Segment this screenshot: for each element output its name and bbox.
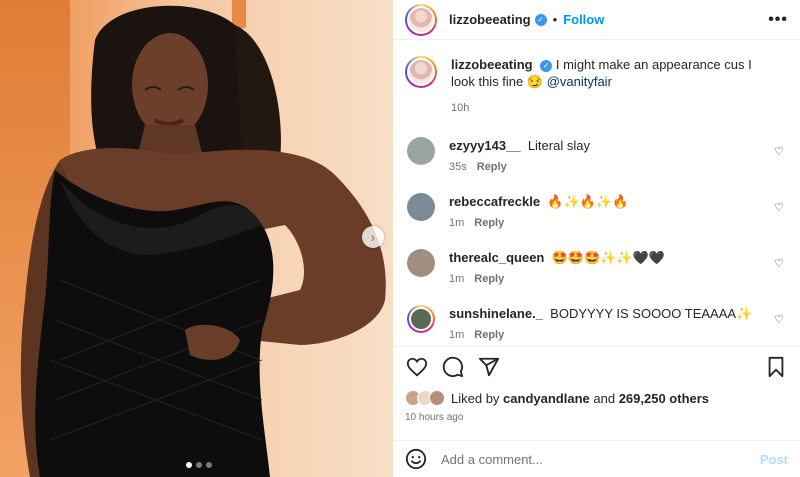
post-comment-button[interactable]: Post xyxy=(760,452,788,467)
caption-username[interactable]: lizzobeeating xyxy=(451,57,533,72)
person-figure xyxy=(20,5,386,477)
comment-username[interactable]: sunshinelane._ xyxy=(449,306,543,321)
heart-icon[interactable]: ♡ xyxy=(774,313,784,326)
reply-button[interactable]: Reply xyxy=(474,273,504,285)
comments-list[interactable]: lizzobeeating ✓ I might make an appearan… xyxy=(393,40,800,345)
reply-button[interactable]: Reply xyxy=(474,329,504,341)
comment-input[interactable] xyxy=(441,451,760,467)
author-username[interactable]: lizzobeeating xyxy=(449,12,531,27)
likes-prefix: Liked by xyxy=(451,390,500,406)
heart-icon[interactable]: ♡ xyxy=(774,257,784,270)
commenter-avatar[interactable] xyxy=(407,305,435,333)
comment-username[interactable]: ezyyy143__ xyxy=(449,138,521,153)
liked-by-user[interactable]: candyandlane xyxy=(503,391,590,406)
carousel-indicator xyxy=(186,462,212,468)
comment-time: 35s xyxy=(449,161,467,173)
verified-icon: ✓ xyxy=(540,59,553,72)
caption-mention[interactable]: @vanityfair xyxy=(547,74,612,89)
likes-summary: Liked by candyandlane and 269,250 others xyxy=(405,390,709,406)
next-photo-button[interactable]: › xyxy=(362,226,384,248)
heart-icon[interactable]: ♡ xyxy=(774,145,784,158)
more-icon[interactable]: ••• xyxy=(768,11,788,29)
carousel-dot xyxy=(186,462,192,468)
comment-time: 1m xyxy=(449,329,465,341)
commenter-avatar[interactable] xyxy=(407,249,435,277)
post-photo[interactable]: › xyxy=(0,0,393,477)
comment-username[interactable]: rebeccafreckle xyxy=(449,194,540,209)
post-header: lizzobeeating ✓ • Follow ••• xyxy=(393,0,800,40)
separator-dot: • xyxy=(552,12,558,27)
comment-item: sunshinelane._ BODYYYY IS SOOOO TEAAAA✨ … xyxy=(405,305,788,341)
carousel-dot xyxy=(196,462,202,468)
comment-item: rebeccafreckle 🔥✨🔥✨🔥 1m Reply ♡ xyxy=(405,193,788,229)
author-avatar[interactable] xyxy=(405,56,437,88)
reply-button[interactable]: Reply xyxy=(474,217,504,229)
heart-icon[interactable] xyxy=(405,355,429,379)
comment-text: 🔥✨🔥✨🔥 xyxy=(547,194,629,209)
likes-and: and xyxy=(593,390,616,406)
comment-icon[interactable] xyxy=(441,355,465,379)
post-side-panel: lizzobeeating ✓ • Follow ••• lizzobeeati… xyxy=(393,0,800,477)
heart-icon[interactable]: ♡ xyxy=(774,201,784,214)
comment-item: therealc_queen 🤩🤩🤩✨✨🖤🖤 1m Reply ♡ xyxy=(405,249,788,285)
comment-text: BODYYYY IS SOOOO TEAAAA✨ xyxy=(550,306,753,321)
comment-item: ezyyy143__ Literal slay 35s Reply ♡ xyxy=(405,137,788,173)
commenter-avatar[interactable] xyxy=(407,193,435,221)
post-timestamp[interactable]: 10 hours ago xyxy=(405,412,463,423)
liker-avatars[interactable] xyxy=(405,390,445,406)
follow-button[interactable]: Follow xyxy=(563,12,604,27)
comment-username[interactable]: therealc_queen xyxy=(449,250,544,265)
caption-time: 10h xyxy=(451,102,470,114)
add-comment-bar: Post xyxy=(393,440,800,477)
post-actions-bar xyxy=(393,346,800,386)
post-caption: lizzobeeating ✓ I might make an appearan… xyxy=(405,56,788,117)
chevron-right-icon: › xyxy=(370,229,376,245)
reply-button[interactable]: Reply xyxy=(477,161,507,173)
comment-text: Literal slay xyxy=(527,138,590,153)
author-avatar[interactable] xyxy=(405,3,437,36)
comment-text: 🤩🤩🤩✨✨🖤🖤 xyxy=(551,250,665,265)
emoji-icon[interactable] xyxy=(405,448,427,470)
likes-count[interactable]: 269,250 others xyxy=(619,391,709,406)
carousel-dot xyxy=(206,462,212,468)
comment-time: 1m xyxy=(449,217,465,229)
commenter-avatar[interactable] xyxy=(407,137,435,165)
verified-icon: ✓ xyxy=(534,13,547,26)
post-viewer: › lizzobeeating ✓ • Follow ••• lizzobeea… xyxy=(0,0,800,477)
comment-time: 1m xyxy=(449,273,465,285)
share-icon[interactable] xyxy=(477,355,501,379)
bookmark-icon[interactable] xyxy=(764,355,788,379)
